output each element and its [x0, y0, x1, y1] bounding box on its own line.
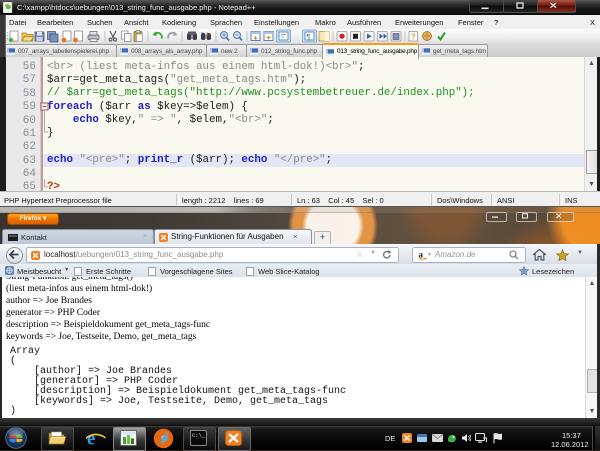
- svg-text:b: b: [207, 32, 210, 38]
- svg-text:e: e: [87, 429, 95, 449]
- svg-text:C:\_: C:\_: [192, 432, 206, 439]
- svg-text:a: a: [201, 31, 204, 37]
- svg-text:¶: ¶: [307, 34, 311, 41]
- svg-text:?: ?: [411, 33, 416, 42]
